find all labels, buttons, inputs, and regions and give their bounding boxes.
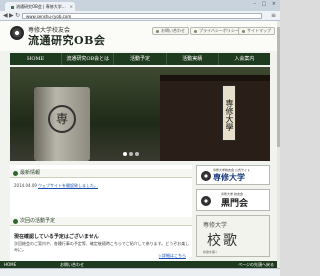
news-heading-text: 最新情報 — [20, 170, 41, 176]
address-bar[interactable]: www.senshu-ryob.com — [22, 13, 262, 19]
banner-title: 専修大学 — [213, 172, 245, 182]
emblem-icon — [201, 196, 211, 206]
hero-slideshow[interactable]: 専 専修大學 — [10, 67, 270, 161]
nav-home[interactable]: HOME — [10, 53, 63, 65]
event-body: 次回総会のご案内や、各種行事の予定等、確定後随時こちらでご紹介して参ります。どう… — [14, 241, 190, 252]
sitemap-button[interactable]: サイトマップ — [238, 27, 275, 35]
kokumonkai-banner[interactable]: 専修大学 校友会 黒門会 — [196, 189, 270, 211]
window-controls[interactable]: – □ × — [253, 1, 278, 7]
privacy-button[interactable]: プライバシーポリシー — [190, 27, 243, 35]
site-header: 専修大学校友会 流通研究OB会 お問い合わせ プライバシーポリシー サイトマップ — [0, 21, 280, 51]
banner-caption: 専修大学 — [203, 222, 228, 229]
gate-pillar — [160, 75, 270, 161]
sitemap-button-label: サイトマップ — [247, 28, 271, 33]
footer-home-link[interactable]: HOME — [4, 261, 16, 268]
tab-title: 流通研究OB会 | 専修大学… — [16, 4, 66, 9]
banner-title: 黒門会 — [221, 199, 249, 209]
site-footer: HOME お問い合わせ ページの先頭へ戻る — [0, 261, 280, 268]
contact-button-label: お問い合わせ — [161, 28, 185, 33]
nav-join[interactable]: 入会案内 — [219, 53, 270, 65]
list-item: 2014.04.09ウェブサイトを開設致しました。 — [14, 183, 98, 189]
browser-toolbar: ◀ ▶ ↻ www.senshu-ryob.com ≡ — [0, 11, 280, 21]
event-detail-link[interactable]: ▷詳細はこちら — [159, 253, 186, 259]
slide-dot[interactable] — [135, 152, 139, 156]
footer-contact-link[interactable]: お問い合わせ — [60, 261, 84, 268]
sidebar: 専修大学校友会 公式サイト 専修大学 専修大学 校友会 黒門会 専修大学 校歌 … — [196, 165, 270, 268]
global-nav: HOME 流通研究OB会とは 活動予定 活動実績 入会案内 — [10, 53, 270, 65]
privacy-button-label: プライバシーポリシー — [199, 28, 239, 33]
banner-title: 校歌 — [207, 233, 239, 249]
browser-statusbar — [0, 268, 280, 276]
slide-indicator[interactable] — [122, 152, 140, 158]
slide-dot[interactable] — [129, 152, 133, 156]
main-content: 最新情報 2014.04.09ウェブサイトを開設致しました。 次回の活動予定 現… — [10, 165, 192, 268]
sitemap-icon — [242, 29, 245, 33]
nav-schedule[interactable]: 活動予定 — [114, 53, 167, 65]
forward-icon[interactable]: ▶ — [9, 12, 14, 20]
nav-results[interactable]: 活動実績 — [167, 53, 219, 65]
bullet-icon — [13, 171, 18, 176]
news-heading: 最新情報 — [10, 169, 192, 178]
menu-icon[interactable]: ≡ — [271, 12, 276, 20]
favicon-icon — [11, 5, 14, 9]
site-title[interactable]: 流通研究OB会 — [28, 32, 105, 48]
slide-dot[interactable] — [123, 152, 127, 156]
page-top-link[interactable]: ページの先頭へ戻る — [238, 261, 274, 268]
news-link[interactable]: ウェブサイトを開設致しました。 — [38, 183, 98, 188]
emblem-icon — [201, 171, 211, 181]
scroll-thumb[interactable] — [277, 27, 280, 147]
browser-tabbar: 流通研究OB会 | 専修大学… × – □ × — [0, 0, 280, 11]
back-icon[interactable]: ◀ — [3, 12, 8, 20]
nav-about[interactable]: 流通研究OB会とは — [62, 53, 115, 65]
banner-subcaption: 校歌を聴く — [203, 250, 219, 254]
senshu-university-banner[interactable]: 専修大学校友会 公式サイト 専修大学 — [196, 165, 270, 185]
reload-icon[interactable]: ↻ — [15, 12, 20, 20]
event-heading: 次回の活動予定 — [10, 217, 192, 226]
gate-beam — [160, 75, 270, 81]
news-date: 2014.04.09 — [14, 183, 37, 188]
web-page: 専修大学校友会 流通研究OB会 お問い合わせ プライバシーポリシー サイトマップ… — [0, 21, 280, 268]
lock-icon — [194, 29, 197, 33]
browser-tab[interactable]: 流通研究OB会 | 専修大学… × — [5, 2, 75, 11]
stone-emblem: 専 — [48, 105, 76, 133]
event-heading-text: 次回の活動予定 — [20, 218, 56, 224]
mail-icon — [156, 29, 159, 33]
scrollbar[interactable] — [277, 21, 280, 268]
tab-close-icon[interactable]: × — [70, 2, 73, 11]
bullet-icon — [13, 219, 18, 224]
contact-button[interactable]: お問い合わせ — [152, 27, 189, 35]
school-emblem-icon[interactable] — [10, 26, 24, 40]
gate-sign: 専修大學 — [222, 85, 236, 141]
school-song-banner[interactable]: 専修大学 校歌 校歌を聴く — [196, 215, 270, 257]
event-title: 現在確認している予定はございません — [14, 234, 99, 240]
